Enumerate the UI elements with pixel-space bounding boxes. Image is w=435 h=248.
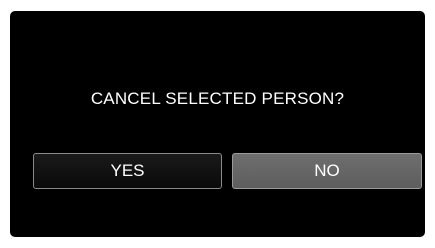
confirmation-screen: CANCEL SELECTED PERSON? YES NO xyxy=(10,11,425,237)
no-button[interactable]: NO xyxy=(232,153,422,189)
yes-button[interactable]: YES xyxy=(33,153,222,189)
no-button-label: NO xyxy=(314,161,340,180)
confirmation-prompt: CANCEL SELECTED PERSON? xyxy=(90,89,345,108)
yes-button-label: YES xyxy=(110,161,145,180)
